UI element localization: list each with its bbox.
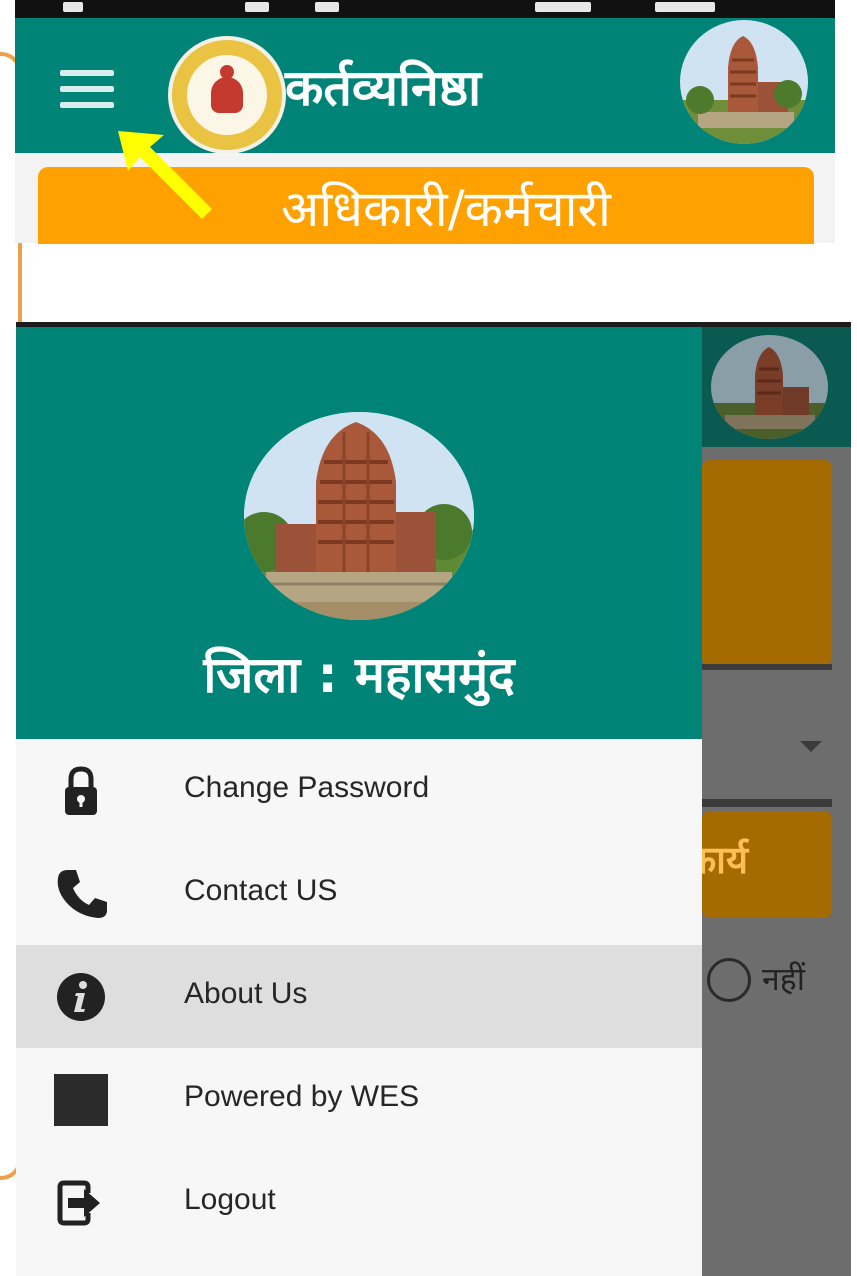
background-divider [702,664,832,670]
menu-item-label: Change Password [184,771,430,804]
logout-icon [57,1180,100,1226]
background-radio-button [707,958,751,1002]
menu-item-powered-by[interactable]: Powered by WES [16,1048,702,1151]
menu-item-label: About Us [184,977,308,1010]
drawer-header: जिला : महासमुंद [16,327,702,739]
background-district-thumbnail [711,335,828,439]
menu-item-label: Logout [184,1183,276,1216]
background-orange-card [702,460,832,665]
screenshot-canvas: कर्तव्यनिष्ठा अधिकारी/कर्मचारी कार्य नही… [0,0,857,1276]
drawer-screenshot: कार्य नहीं जिला: महासमुंद Change Passwo… [16,322,851,1276]
district-photo [244,412,474,620]
navigation-drawer: जिला : महासमुंद Change Password Contact … [16,327,702,1276]
menu-item-logout[interactable]: Logout [16,1151,702,1254]
annotation-arrow-icon [118,131,212,219]
background-action-button: कार्य [687,811,832,918]
phone-icon [57,870,107,918]
background-divider [702,799,832,807]
drawer-menu: Change Password Contact US About Us Powe… [16,739,702,1254]
menu-item-label: Contact US [184,874,338,907]
menu-item-contact-us[interactable]: Contact US [16,842,702,945]
status-bar [15,0,835,18]
square-logo-icon [54,1074,108,1126]
menu-item-change-password[interactable]: Change Password [16,739,702,842]
district-name: जिला : महासमुंद [203,646,515,704]
menu-item-label: Powered by WES [184,1080,420,1113]
background-radio-label: नहीं [762,960,806,998]
lock-icon [65,766,97,815]
chevron-down-icon [800,741,822,752]
hamburger-menu-icon[interactable] [60,70,114,110]
menu-item-about-us[interactable]: About Us [16,945,702,1048]
district-thumbnail[interactable] [680,20,808,144]
app-title: कर्तव्यनिष्ठा [285,59,482,117]
info-icon [57,973,105,1021]
